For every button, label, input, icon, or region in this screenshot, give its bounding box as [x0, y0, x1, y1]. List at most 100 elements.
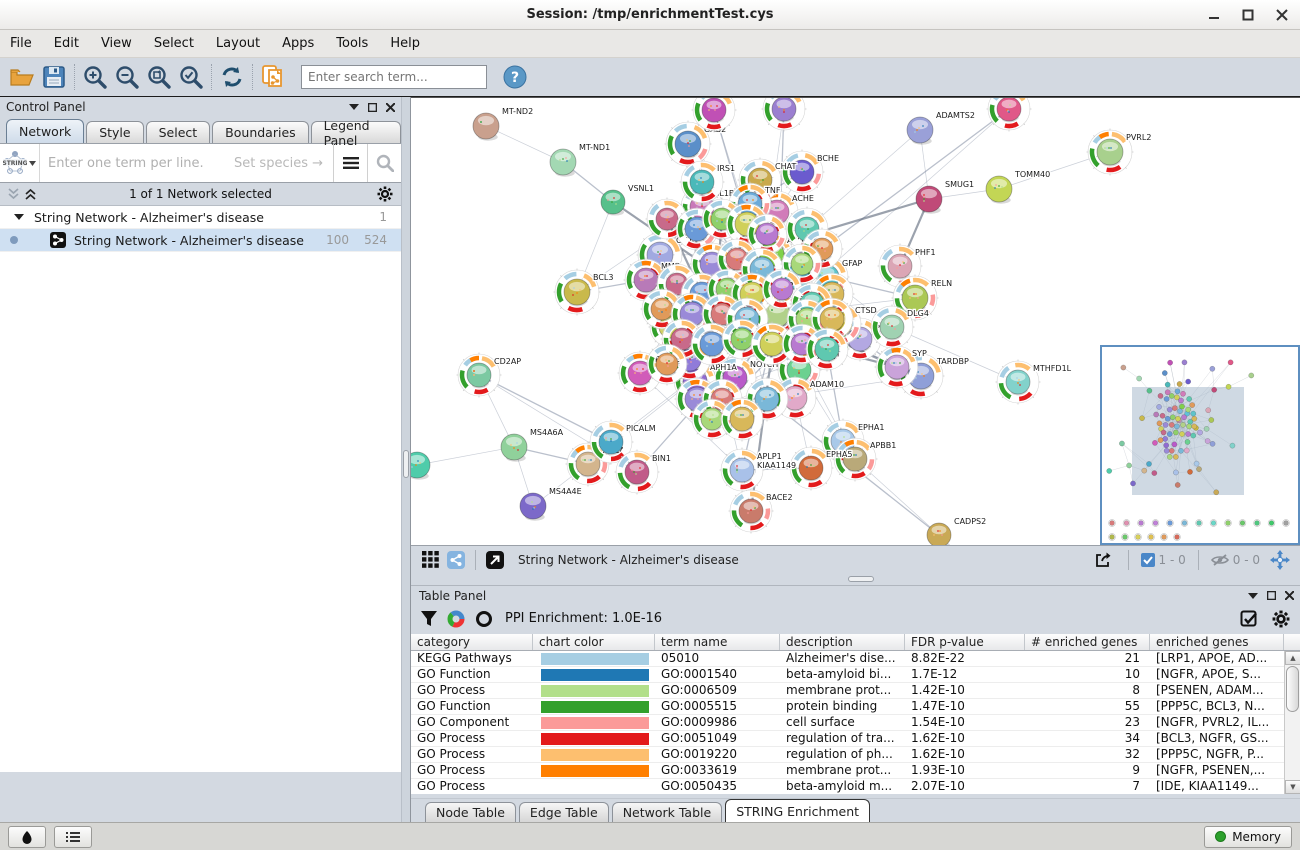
table-row[interactable]: GO ProcessGO:0033619membrane prot...1.93… [411, 763, 1300, 779]
enrichment-table-body[interactable]: KEGG Pathways05010Alzheimer's dise...8.8… [411, 651, 1300, 794]
enrichment-table[interactable]: categorychart colorterm namedescriptionF… [411, 634, 1300, 794]
table-settings-button[interactable] [1272, 610, 1290, 628]
network-options-button[interactable] [377, 186, 393, 202]
remove-chart-button[interactable] [475, 610, 493, 628]
horizontal-splitter[interactable] [411, 573, 1300, 585]
column-header-term-name[interactable]: term name [655, 634, 780, 650]
select-rows-button[interactable] [1240, 610, 1258, 628]
scroll-up-button[interactable]: ▲ [1285, 651, 1300, 665]
string-logo[interactable]: STRING [0, 144, 40, 182]
tree-expand-caret-icon[interactable] [14, 214, 24, 220]
chart-settings-button[interactable] [447, 610, 465, 628]
birds-eye-view[interactable] [1100, 345, 1300, 545]
table-row[interactable]: GO ProcessGO:0050435beta-amyloid m...2.0… [411, 779, 1300, 794]
chevron-down-icon [29, 161, 36, 166]
refresh-button[interactable] [216, 61, 248, 93]
maximize-button[interactable] [1240, 7, 1256, 23]
string-options-button[interactable] [333, 144, 367, 182]
table-vertical-scrollbar[interactable]: ▲ ▼ [1284, 651, 1300, 794]
tasks-button[interactable] [8, 826, 46, 848]
grid-view-button[interactable] [417, 548, 443, 572]
minimize-button[interactable] [1206, 7, 1222, 23]
table-row[interactable]: GO ComponentGO:0009986cell surface1.54E-… [411, 715, 1300, 731]
column-header-chart-color[interactable]: chart color [533, 634, 655, 650]
network-collection-row[interactable]: String Network - Alzheimer's disease 1 [0, 206, 401, 229]
scroll-down-button[interactable]: ▼ [1285, 780, 1300, 794]
search-input[interactable] [301, 65, 487, 89]
cell-enriched-genes: [PPP5C, BCL3, N... [1150, 699, 1284, 714]
tab-node-table[interactable]: Node Table [425, 802, 516, 822]
vertical-splitter[interactable] [401, 97, 411, 822]
network-canvas[interactable]: MT-ND2MT-ND1VSNL1GAB2ADAMTS2PVRL2TOMM40S… [411, 97, 1300, 545]
svg-text:DLG4: DLG4 [907, 309, 929, 318]
menu-apps[interactable]: Apps [282, 36, 314, 51]
zoom-in-button[interactable] [79, 61, 111, 93]
svg-text:EPHA1: EPHA1 [858, 423, 884, 432]
table-row[interactable]: GO ProcessGO:0006509membrane prot...1.42… [411, 683, 1300, 699]
import-network-icon [260, 64, 286, 90]
column-header-category[interactable]: category [411, 634, 533, 650]
menu-tools[interactable]: Tools [336, 36, 368, 51]
table-row[interactable]: GO ProcessGO:0019220regulation of ph...1… [411, 747, 1300, 763]
cell-term-name: GO:0005515 [655, 699, 780, 714]
panel-menu-icon[interactable] [1248, 592, 1258, 600]
close-button[interactable] [1274, 7, 1290, 23]
table-row[interactable]: GO FunctionGO:0001540beta-amyloid bi...1… [411, 667, 1300, 683]
cell-enriched-genes: [NGFR, PVRL2, IL... [1150, 715, 1284, 730]
open-session-button[interactable] [6, 61, 38, 93]
panel-float-icon[interactable] [1267, 591, 1276, 600]
zoom-fit-button[interactable] [143, 61, 175, 93]
tab-legend-panel[interactable]: Legend Panel [311, 121, 401, 143]
panel-menu-icon[interactable] [349, 103, 359, 111]
task-history-button[interactable] [54, 826, 92, 848]
tab-boundaries[interactable]: Boundaries [212, 121, 308, 143]
column-header-FDR-p-value[interactable]: FDR p-value [905, 634, 1025, 650]
zoom-out-button[interactable] [111, 61, 143, 93]
menu-edit[interactable]: Edit [54, 36, 79, 51]
table-row[interactable]: KEGG Pathways05010Alzheimer's dise...8.8… [411, 651, 1300, 667]
tab-network[interactable]: Network [6, 119, 84, 143]
column-header--enriched-genes[interactable]: # enriched genes [1025, 634, 1150, 650]
svg-text:BCHE: BCHE [817, 154, 839, 163]
panel-float-icon[interactable] [368, 103, 377, 112]
scrollbar-thumb[interactable] [1286, 666, 1299, 712]
vertical-splitter-handle[interactable] [403, 450, 409, 478]
memory-button[interactable]: Memory [1204, 826, 1292, 848]
export-image-button[interactable] [1090, 548, 1116, 572]
table-row[interactable]: GO FunctionGO:0005515protein binding1.47… [411, 699, 1300, 715]
panel-close-icon[interactable] [386, 103, 395, 112]
tab-select[interactable]: Select [146, 121, 211, 143]
menu-layout[interactable]: Layout [216, 36, 260, 51]
cell-gene-count: 23 [1025, 715, 1150, 730]
save-session-button[interactable] [38, 61, 70, 93]
birdseye-toggle-button[interactable] [443, 548, 469, 572]
column-header-enriched-genes[interactable]: enriched genes [1150, 634, 1284, 650]
pan-navigation-button[interactable] [1266, 548, 1294, 572]
menu-file[interactable]: File [10, 36, 32, 51]
menu-help[interactable]: Help [390, 36, 420, 51]
help-button[interactable]: ? [499, 61, 531, 93]
menu-select[interactable]: Select [154, 36, 194, 51]
column-header-description[interactable]: description [780, 634, 905, 650]
horizontal-splitter-handle[interactable] [848, 576, 874, 582]
svg-text:APLP1: APLP1 [757, 452, 782, 461]
filter-button[interactable] [421, 611, 437, 627]
tab-edge-table[interactable]: Edge Table [519, 802, 609, 822]
svg-text:BCL3: BCL3 [593, 273, 613, 282]
detach-view-button[interactable] [482, 548, 508, 572]
enrichment-toolbar: PPI Enrichment: 1.0E-16 [411, 603, 1300, 634]
string-search-button[interactable] [367, 144, 401, 182]
tab-style[interactable]: Style [86, 121, 143, 143]
table-row[interactable]: GO ProcessGO:0051049regulation of tra...… [411, 731, 1300, 747]
import-network-button[interactable] [257, 61, 289, 93]
enrichment-table-header[interactable]: categorychart colorterm namedescriptionF… [411, 634, 1300, 651]
tab-network-table[interactable]: Network Table [612, 802, 723, 822]
network-row-selected[interactable]: String Network - Alzheimer's disease 100… [0, 229, 401, 252]
zoom-selected-button[interactable] [175, 61, 207, 93]
tab-string-enrichment[interactable]: STRING Enrichment [725, 799, 870, 822]
panel-close-icon[interactable] [1285, 591, 1294, 600]
set-species-label[interactable]: Set species → [234, 156, 323, 171]
zoom-in-icon [82, 64, 108, 90]
string-term-input[interactable] [40, 156, 234, 171]
menu-view[interactable]: View [101, 36, 132, 51]
